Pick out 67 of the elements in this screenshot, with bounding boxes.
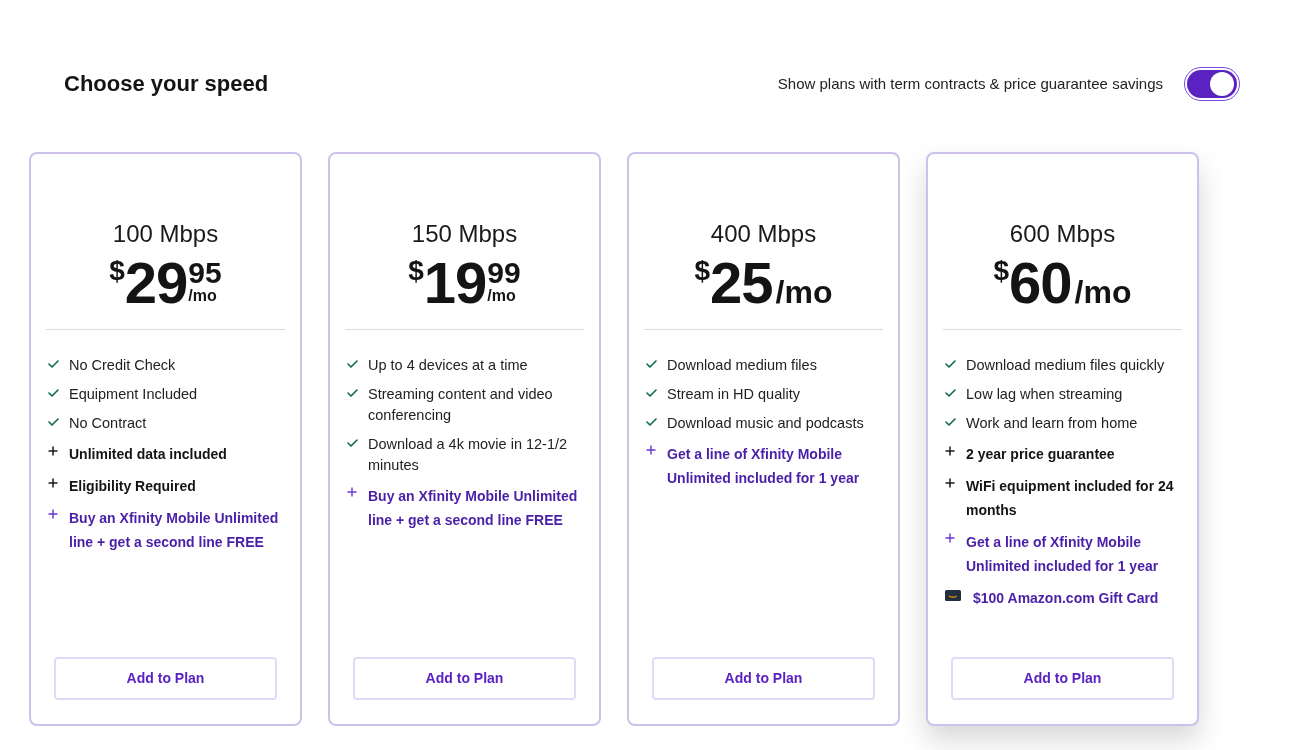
check-icon bbox=[347, 439, 358, 447]
feature-text: Download medium files quickly bbox=[966, 356, 1165, 375]
feature-text: Download music and podcasts bbox=[667, 414, 864, 433]
check-icon bbox=[945, 389, 956, 397]
feature-text: 2 year price guarantee bbox=[966, 445, 1115, 464]
feature-text: Unlimited data included bbox=[69, 445, 227, 464]
check-icon bbox=[347, 389, 358, 397]
promo-text: $100 Amazon.com Gift Card bbox=[973, 589, 1159, 608]
check-icon bbox=[48, 360, 59, 368]
add-to-plan-button[interactable]: Add to Plan bbox=[652, 657, 875, 700]
feature-text: Work and learn from home bbox=[966, 414, 1138, 433]
plus-icon bbox=[347, 487, 357, 497]
check-icon bbox=[945, 360, 956, 368]
speed-label: 150 Mbps bbox=[410, 219, 519, 249]
price-period: /mo bbox=[487, 287, 516, 304]
plus-icon bbox=[646, 445, 656, 455]
price-cents: 95 bbox=[188, 257, 222, 288]
plus-icon bbox=[48, 509, 58, 519]
promo-text: Get a line of Xfinity Mobile Unlimited included for 1 year bbox=[667, 445, 861, 488]
add-to-plan-button[interactable]: Add to Plan bbox=[353, 657, 576, 700]
price-period: /mo bbox=[188, 287, 217, 304]
price-cents: 99 bbox=[487, 257, 521, 288]
promo-text: Get a line of Xfinity Mobile Unlimited included for 1 year bbox=[966, 533, 1160, 576]
price-period: /mo bbox=[775, 276, 833, 308]
check-icon bbox=[48, 418, 59, 426]
feature-text: Download a 4k movie in 12-1/2 minutes bbox=[368, 435, 569, 475]
check-icon bbox=[945, 418, 956, 426]
price-currency: $ bbox=[694, 257, 711, 285]
speed-label: 100 Mbps bbox=[111, 219, 220, 249]
plus-icon bbox=[48, 478, 58, 488]
plus-icon bbox=[945, 478, 955, 488]
feature-text: Streaming content and video conferencing bbox=[368, 385, 554, 425]
check-icon bbox=[646, 360, 657, 368]
add-to-plan-button[interactable]: Add to Plan bbox=[54, 657, 277, 700]
promo-text: Buy an Xfinity Mobile Unlimited line + get a second line FREE bbox=[69, 509, 280, 552]
speed-label: 400 Mbps bbox=[709, 219, 818, 249]
add-to-plan-button[interactable]: Add to Plan bbox=[951, 657, 1174, 700]
feature-text: Up to 4 devices at a time bbox=[368, 356, 528, 375]
price-amount: 25 bbox=[710, 254, 773, 312]
price-period: /mo bbox=[1074, 276, 1132, 308]
check-icon bbox=[347, 360, 358, 368]
toggle-switch[interactable] bbox=[1184, 67, 1240, 101]
gift-card-icon bbox=[945, 590, 961, 601]
page-heading: Choose your speed bbox=[64, 70, 269, 98]
price-currency: $ bbox=[993, 257, 1010, 285]
plus-icon bbox=[945, 446, 955, 456]
feature-text: WiFi equipment included for 24 months bbox=[966, 477, 1175, 520]
toggle-label: Show plans with term contracts & price guarantee savings bbox=[777, 74, 1163, 94]
check-icon bbox=[646, 418, 657, 426]
plus-icon bbox=[48, 446, 58, 456]
feature-text: Download medium files bbox=[667, 356, 817, 375]
check-icon bbox=[646, 389, 657, 397]
feature-text: Eligibility Required bbox=[69, 477, 196, 496]
price-currency: $ bbox=[109, 257, 125, 285]
feature-text: No Contract bbox=[69, 414, 147, 433]
speed-label: 600 Mbps bbox=[1008, 219, 1117, 249]
price-amount: 60 bbox=[1009, 254, 1072, 312]
feature-text: Equipment Included bbox=[69, 385, 198, 404]
price-amount: 19 bbox=[423, 254, 487, 312]
plus-icon bbox=[945, 533, 955, 543]
price-currency: $ bbox=[408, 257, 424, 285]
feature-text: Stream in HD quality bbox=[667, 385, 800, 404]
price-amount: 29 bbox=[124, 254, 188, 312]
promo-text: Buy an Xfinity Mobile Unlimited line + get a second line FREE bbox=[368, 487, 579, 530]
feature-text: No Credit Check bbox=[69, 356, 176, 375]
feature-text: Low lag when streaming bbox=[966, 385, 1123, 404]
check-icon bbox=[48, 389, 59, 397]
